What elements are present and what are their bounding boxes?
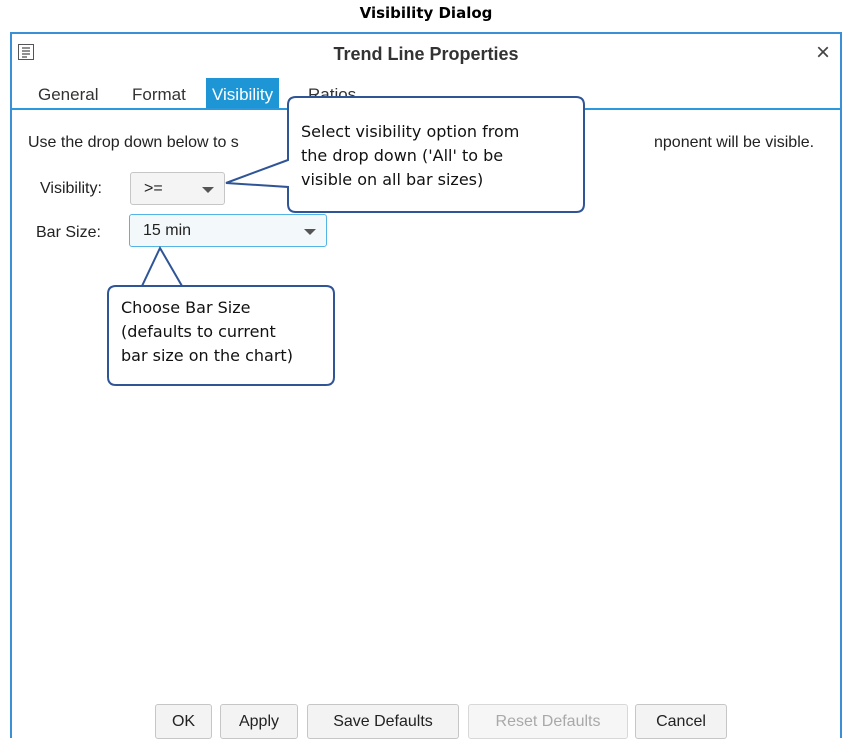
bar-size-callout-text: Choose Bar Size (defaults to current bar… [121, 296, 293, 368]
visibility-callout-line: Select visibility option from [301, 122, 520, 141]
bar-size-callout-line: bar size on the chart) [121, 346, 293, 365]
tab-ratios[interactable]: Ratios [308, 78, 356, 108]
dialog-title: Trend Line Properties [333, 44, 519, 64]
tab-underline [12, 108, 840, 110]
tab-bar: General Format Visibility Ratios [12, 78, 840, 108]
bar-size-label: Bar Size: [36, 224, 101, 241]
bar-size-value: 15 min [143, 222, 192, 239]
visibility-callout-text: Select visibility option from the drop d… [301, 120, 519, 192]
visibility-operator-select[interactable]: >= [130, 172, 225, 205]
visibility-operator-value: >= [144, 180, 163, 197]
chevron-down-icon [202, 187, 214, 193]
bar-size-select[interactable]: 15 min [129, 214, 327, 247]
tab-visibility[interactable]: Visibility [206, 78, 280, 108]
tab-general[interactable]: General [38, 78, 98, 108]
description-text-right: nponent will be visible. [654, 134, 815, 151]
bar-size-callout-line: (defaults to current [121, 322, 276, 341]
page-caption: Visibility Dialog [359, 4, 493, 22]
dialog-button-bar: OK Apply Save Defaults Reset Defaults Ca… [12, 704, 844, 744]
description-text-left: Use the drop down below to s [28, 134, 239, 151]
close-icon[interactable]: × [812, 41, 834, 65]
ok-button[interactable]: OK [155, 704, 212, 739]
visibility-label: Visibility: [40, 180, 102, 197]
save-defaults-button[interactable]: Save Defaults [307, 704, 459, 739]
tab-format[interactable]: Format [132, 78, 186, 108]
cancel-button[interactable]: Cancel [635, 704, 727, 739]
apply-button[interactable]: Apply [220, 704, 298, 739]
bar-size-callout-line: Choose Bar Size [121, 298, 251, 317]
reset-defaults-button[interactable]: Reset Defaults [468, 704, 628, 739]
dialog-titlebar[interactable]: Trend Line Properties × [12, 34, 840, 74]
visibility-callout-line: the drop down ('All' to be [301, 146, 504, 165]
chevron-down-icon [304, 229, 316, 235]
visibility-callout-line: visible on all bar sizes) [301, 170, 484, 189]
